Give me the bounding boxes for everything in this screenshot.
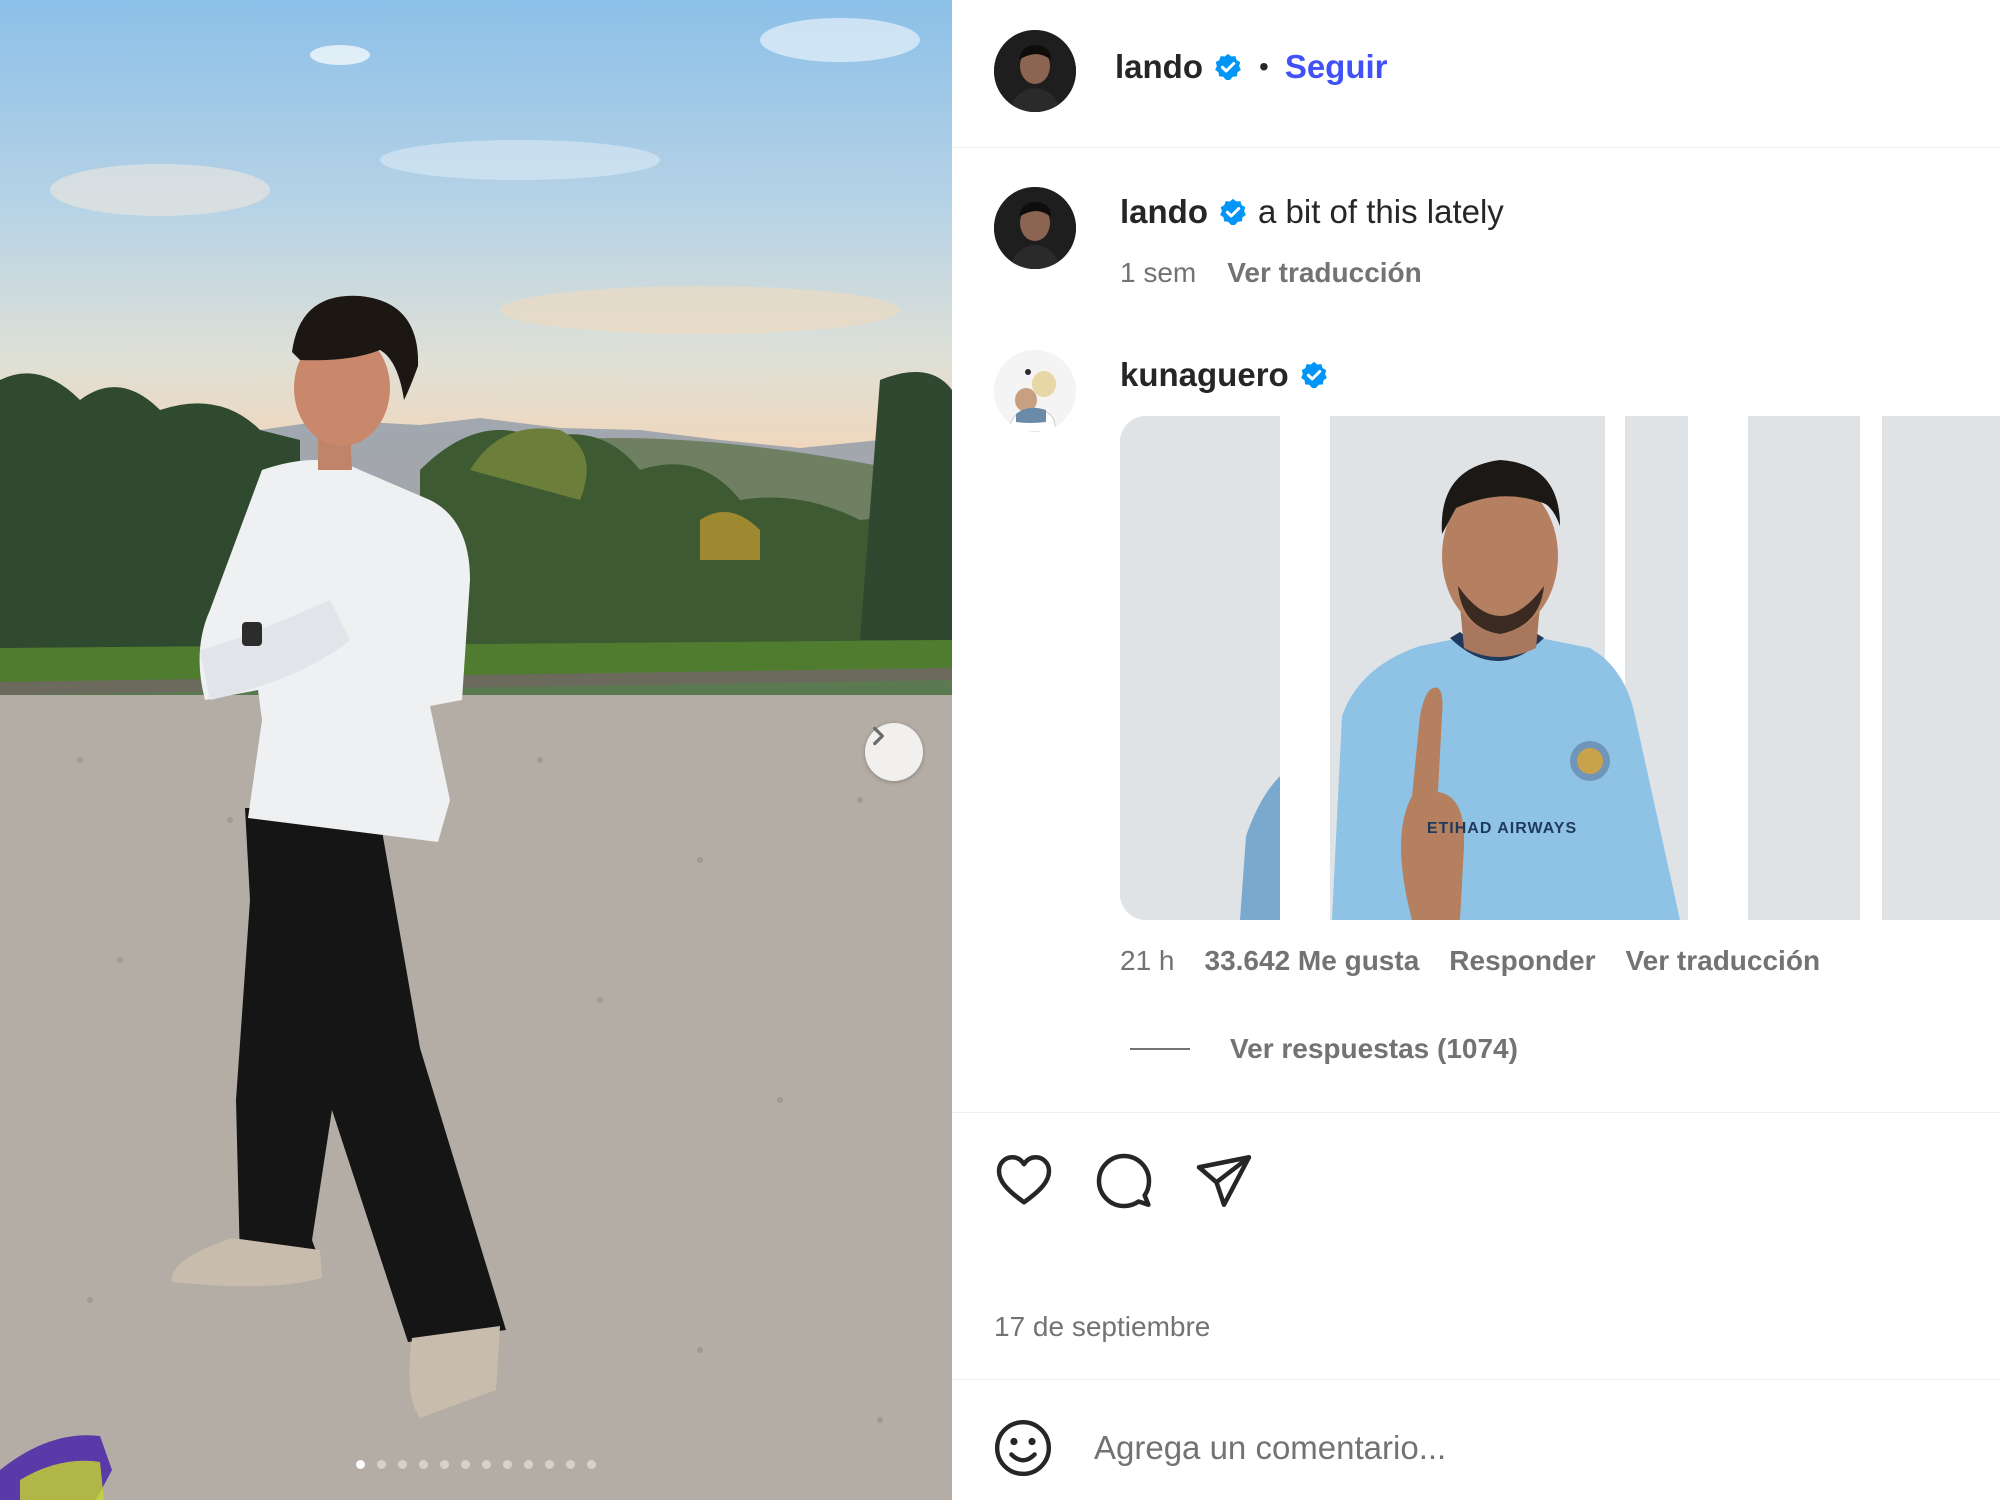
- carousel-dot: [377, 1460, 386, 1469]
- replies-divider: [1130, 1048, 1190, 1050]
- author-name-row: lando • Seguir: [1115, 48, 1388, 86]
- comment-icon: [1096, 1153, 1152, 1209]
- comment-composer: [952, 1379, 2000, 1500]
- action-bar: [952, 1112, 2000, 1312]
- view-replies-link[interactable]: Ver respuestas (1074): [1130, 1033, 1518, 1065]
- comment-gif[interactable]: ETIHAD AIRWAYS: [1120, 416, 2000, 920]
- post-photo[interactable]: [0, 0, 952, 1500]
- view-replies-label: Ver respuestas (1074): [1230, 1033, 1518, 1064]
- carousel-dot: [482, 1460, 491, 1469]
- caption-author-avatar-image: [994, 187, 1076, 269]
- carousel-dot: [398, 1460, 407, 1469]
- carousel-dot: [503, 1460, 512, 1469]
- carousel-dot: [545, 1460, 554, 1469]
- caption-translate-link[interactable]: Ver traducción: [1227, 257, 1422, 289]
- comment-translate-link[interactable]: Ver traducción: [1626, 945, 1821, 977]
- carousel-dot: [440, 1460, 449, 1469]
- author-avatar[interactable]: [994, 30, 1076, 112]
- carousel-dot: [461, 1460, 470, 1469]
- caption-meta: 1 sem Ver traducción: [1120, 257, 1422, 289]
- comment-timestamp[interactable]: 21 h: [1120, 945, 1175, 977]
- author-username[interactable]: lando: [1115, 48, 1203, 86]
- comment-button[interactable]: [1094, 1151, 1154, 1211]
- heart-icon: [996, 1155, 1052, 1205]
- separator-dot: •: [1259, 51, 1269, 82]
- comment-likes[interactable]: 33.642 Me gusta: [1205, 945, 1420, 977]
- gif-jersey-text: ETIHAD AIRWAYS: [1426, 820, 1578, 837]
- caption-author-avatar[interactable]: [994, 187, 1076, 269]
- comment-reply-button[interactable]: Responder: [1449, 945, 1595, 977]
- commenter-avatar-image: [994, 350, 1076, 432]
- carousel-dot: [419, 1460, 428, 1469]
- comment-input[interactable]: [1094, 1418, 1954, 1478]
- carousel-dot: [587, 1460, 596, 1469]
- commenter-name-row: kunaguero: [1120, 356, 1329, 394]
- share-button[interactable]: [1194, 1151, 1254, 1211]
- verified-badge-icon: [1215, 53, 1241, 81]
- follow-button[interactable]: Seguir: [1285, 48, 1388, 86]
- author-avatar-image: [994, 30, 1076, 112]
- caption-line: lando a bit of this lately: [1120, 193, 1504, 231]
- post-photo-illustration: [0, 18, 952, 1500]
- commenter-username[interactable]: kunaguero: [1120, 356, 1289, 394]
- emoji-icon[interactable]: [992, 1417, 1054, 1479]
- like-button[interactable]: [994, 1151, 1054, 1211]
- chevron-right-icon: [873, 726, 884, 746]
- caption-author-username[interactable]: lando: [1120, 193, 1208, 231]
- caption-timestamp[interactable]: 1 sem: [1120, 257, 1196, 289]
- post-header: lando • Seguir: [952, 0, 2000, 148]
- action-icons: [994, 1151, 1254, 1211]
- carousel-next-button[interactable]: [865, 723, 923, 781]
- comment-meta: 21 h 33.642 Me gusta Responder Ver tradu…: [1120, 945, 1820, 977]
- share-icon: [1196, 1155, 1252, 1207]
- post-date[interactable]: 17 de septiembre: [994, 1311, 1210, 1343]
- carousel-dot: [356, 1460, 365, 1469]
- post-side-panel: lando • Seguir lando a bit of this latel…: [952, 0, 2000, 1500]
- carousel-indicator: [0, 1460, 952, 1469]
- carousel-dot: [524, 1460, 533, 1469]
- comment-gif-image: [1120, 416, 2000, 920]
- caption-text: a bit of this lately: [1258, 193, 1504, 230]
- commenter-avatar[interactable]: [994, 350, 1076, 432]
- verified-badge-icon: [1300, 361, 1327, 389]
- verified-badge-icon: [1220, 198, 1246, 226]
- carousel-dot: [566, 1460, 575, 1469]
